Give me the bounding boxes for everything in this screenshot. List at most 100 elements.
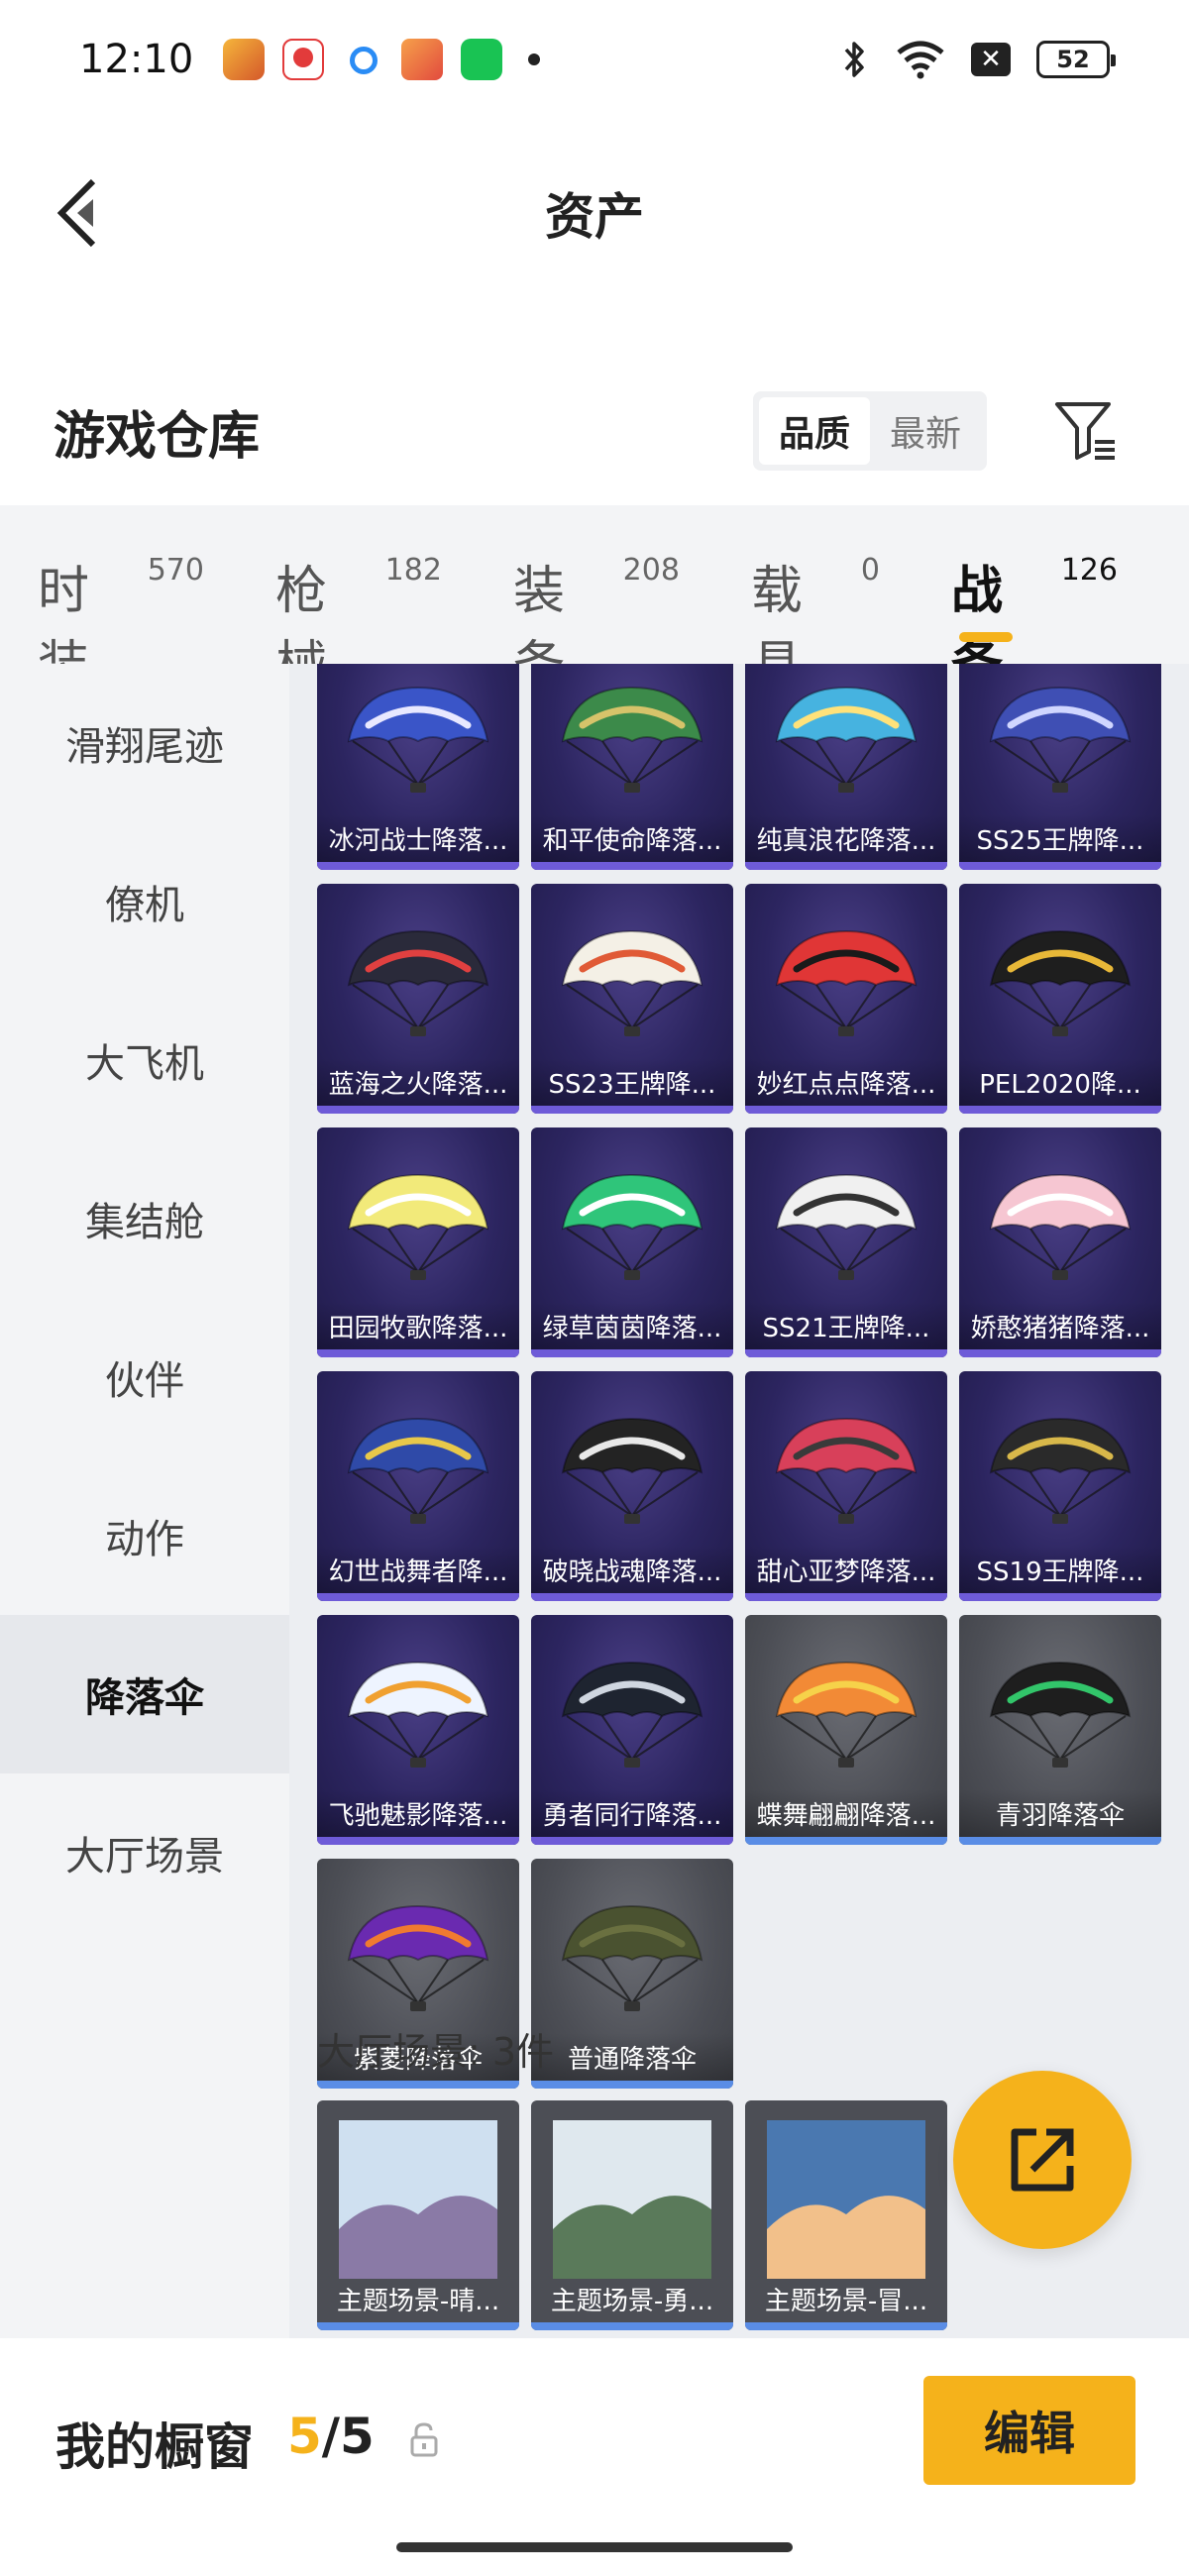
showcase-bar: 我的橱窗 5/5 编辑: [0, 2338, 1189, 2576]
rarity-bar: [745, 1593, 947, 1601]
sidebar-item-wingman[interactable]: 僚机: [0, 822, 289, 981]
back-button[interactable]: [48, 173, 107, 253]
tab-fashion[interactable]: 时装 570: [38, 535, 204, 696]
warehouse-title: 游戏仓库: [54, 406, 261, 467]
parachute-card[interactable]: 破晓战魂降落...: [531, 1371, 733, 1601]
parachute-card[interactable]: 幻世战舞者降...: [317, 1371, 519, 1601]
parachute-icon: [347, 1661, 489, 1768]
sidebar-item-companion[interactable]: 伙伴: [0, 1298, 289, 1456]
bluetooth-icon: [844, 42, 864, 77]
parachute-card[interactable]: 娇憨猪猪降落...: [959, 1127, 1161, 1357]
active-tab-indicator: [959, 632, 1013, 642]
parachute-icon: [561, 1173, 703, 1280]
tab-vehicles[interactable]: 载具 0: [751, 535, 880, 696]
rarity-bar: [531, 1349, 733, 1357]
scene-card[interactable]: 主题场景-冒...: [745, 2100, 947, 2330]
app-icon-3: [342, 39, 384, 80]
parachute-card[interactable]: 田园牧歌降落...: [317, 1127, 519, 1357]
sidebar-item-glide-trail[interactable]: 滑翔尾迹: [0, 664, 289, 822]
rarity-bar: [531, 1106, 733, 1114]
parachute-card[interactable]: 青羽降落伞: [959, 1615, 1161, 1845]
sidebar-item-lobby-scene[interactable]: 大厅场景: [0, 1773, 289, 1932]
chevron-left-icon: [56, 178, 96, 248]
share-button[interactable]: [953, 2071, 1132, 2249]
parachute-card[interactable]: 和平使命降落...: [531, 664, 733, 870]
parachute-icon: [347, 1173, 489, 1280]
status-app-icons: [223, 39, 541, 80]
scene-card[interactable]: 主题场景-勇...: [531, 2100, 733, 2330]
parachute-icon: [347, 1904, 489, 2011]
tab-equipment[interactable]: 装备 208: [513, 535, 680, 696]
sort-newest-button[interactable]: 最新: [870, 397, 981, 465]
rarity-bar: [531, 1837, 733, 1845]
tab-guns[interactable]: 枪械 182: [275, 535, 442, 696]
parachute-card[interactable]: SS19王牌降...: [959, 1371, 1161, 1601]
sort-quality-button[interactable]: 品质: [758, 397, 870, 465]
close-box-icon: ✕: [971, 43, 1011, 76]
wifi-icon: [897, 41, 944, 79]
sidebar-item-emote[interactable]: 动作: [0, 1456, 289, 1615]
app-icon-2: [282, 39, 325, 80]
rarity-bar: [317, 1593, 519, 1601]
scene-name: 主题场景-晴...: [336, 2286, 500, 2316]
status-bar: 12:10 ✕ 52: [0, 0, 1189, 119]
rarity-bar: [317, 862, 519, 870]
parachute-card[interactable]: 绿草茵茵降落...: [531, 1127, 733, 1357]
lobby-scene-section-label: 大厅场景: 3件: [317, 2030, 555, 2074]
parachute-card[interactable]: 勇者同行降落...: [531, 1615, 733, 1845]
filter-icon: [1055, 402, 1115, 460]
showcase-count: 5/5: [287, 2408, 375, 2465]
tab-count: 0: [860, 553, 880, 588]
parachute-card[interactable]: 甜心亚梦降落...: [745, 1371, 947, 1601]
sidebar-item-pod[interactable]: 集结舱: [0, 1139, 289, 1298]
scene-card[interactable]: 主题场景-晴...: [317, 2100, 519, 2330]
parachute-name: 娇憨猪猪降落...: [959, 1302, 1161, 1349]
sidebar-item-airplane[interactable]: 大飞机: [0, 981, 289, 1139]
parachute-card[interactable]: 飞驰魅影降落...: [317, 1615, 519, 1845]
unlock-icon[interactable]: [406, 2421, 442, 2457]
parachute-name: 绿草茵茵降落...: [531, 1302, 733, 1349]
parachute-card[interactable]: 蓝海之火降落...: [317, 884, 519, 1114]
parachute-name: 纯真浪花降落...: [745, 814, 947, 862]
parachute-card[interactable]: SS23王牌降...: [531, 884, 733, 1114]
rarity-bar: [531, 862, 733, 870]
parachute-card[interactable]: SS25王牌降...: [959, 664, 1161, 870]
parachute-card[interactable]: PEL2020降...: [959, 884, 1161, 1114]
sidebar-item-parachute[interactable]: 降落伞: [0, 1615, 289, 1773]
parachute-name: 妙红点点降落...: [745, 1058, 947, 1106]
parachute-name: 蝶舞翩翩降落...: [745, 1789, 947, 1837]
parachute-icon: [561, 1661, 703, 1768]
edit-button[interactable]: 编辑: [923, 2376, 1135, 2485]
parachute-card[interactable]: 蝶舞翩翩降落...: [745, 1615, 947, 1845]
tab-battle-prep[interactable]: 战备 126: [951, 535, 1118, 696]
rarity-bar: [531, 2081, 733, 2089]
parachute-name: 和平使命降落...: [531, 814, 733, 862]
rarity-bar: [531, 2322, 733, 2330]
parachute-name: SS25王牌降...: [959, 814, 1161, 862]
parachute-icon: [989, 1173, 1132, 1280]
sort-toggle: 品质 最新: [752, 391, 987, 471]
rarity-bar: [317, 1349, 519, 1357]
scene-grid: 主题场景-晴... 主题场景-勇... 主题场景-冒...: [317, 2100, 947, 2330]
parachute-name: 幻世战舞者降...: [317, 1546, 519, 1593]
parachute-card[interactable]: 冰河战士降落...: [317, 664, 519, 870]
parachute-name: 普通降落伞: [531, 2033, 733, 2081]
filter-button[interactable]: [1046, 391, 1126, 471]
notification-dot-icon: [528, 54, 541, 65]
rarity-bar: [317, 1106, 519, 1114]
parachute-card[interactable]: 普通降落伞: [531, 1859, 733, 2089]
parachute-icon: [989, 686, 1132, 793]
parachute-card[interactable]: SS21王牌降...: [745, 1127, 947, 1357]
parachute-icon: [989, 1661, 1132, 1768]
parachute-card[interactable]: 妙红点点降落...: [745, 884, 947, 1114]
scene-name: 主题场景-冒...: [764, 2286, 928, 2316]
parachute-icon: [775, 686, 918, 793]
parachute-card[interactable]: 纯真浪花降落...: [745, 664, 947, 870]
rarity-bar: [317, 2322, 519, 2330]
rarity-bar: [959, 1106, 1161, 1114]
parachute-name: 青羽降落伞: [959, 1789, 1161, 1837]
parachute-icon: [561, 1417, 703, 1524]
rarity-bar: [745, 1106, 947, 1114]
parachute-icon: [347, 1417, 489, 1524]
parachute-icon: [775, 1173, 918, 1280]
